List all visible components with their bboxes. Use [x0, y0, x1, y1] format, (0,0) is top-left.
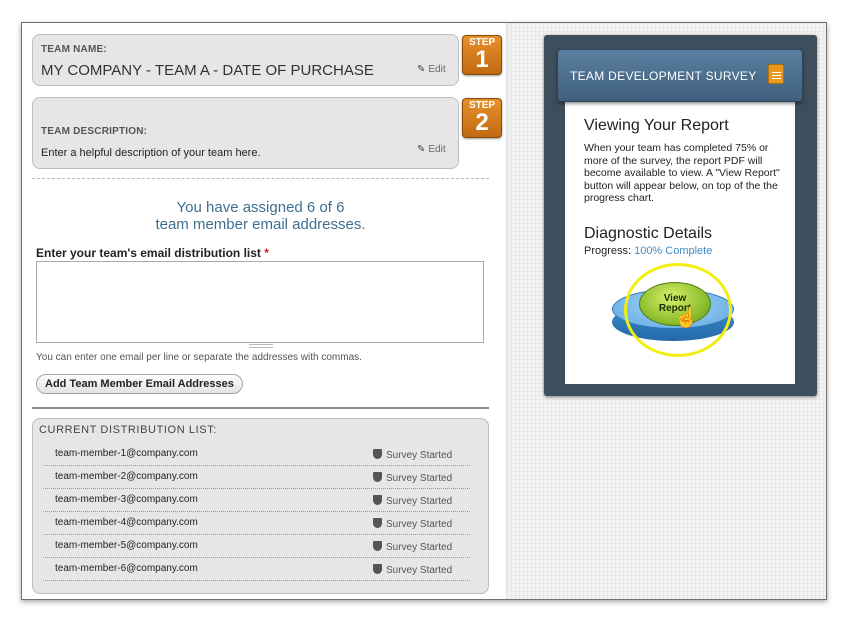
- progress-label: Progress:: [584, 245, 632, 257]
- member-email: team-member-2@company.com: [55, 471, 198, 482]
- member-status: Survey Started: [373, 472, 452, 484]
- member-email: team-member-1@company.com: [55, 448, 198, 459]
- step-number: 1: [475, 46, 489, 73]
- list-item: team-member-5@company.com Survey Started: [43, 535, 470, 558]
- edit-label: Edit: [428, 64, 446, 75]
- list-item: team-member-1@company.com Survey Started: [43, 443, 470, 466]
- member-status: Survey Started: [373, 541, 452, 553]
- step-number: 2: [475, 109, 489, 136]
- shield-icon: [373, 541, 382, 551]
- step-1-badge: STEP 1: [462, 35, 502, 75]
- email-distribution-textarea[interactable]: [36, 261, 484, 343]
- distribution-helper-text: You can enter one email per line or sepa…: [36, 352, 362, 363]
- current-list-rows: team-member-1@company.com Survey Started…: [43, 443, 470, 581]
- shield-icon: [373, 518, 382, 528]
- list-item: team-member-3@company.com Survey Started: [43, 489, 470, 512]
- progress-value: 100% Complete: [634, 245, 713, 257]
- hand-cursor-icon: ☝: [674, 307, 699, 329]
- member-email: team-member-3@company.com: [55, 494, 198, 505]
- required-mark: *: [264, 246, 269, 260]
- panel-header-title: TEAM DEVELOPMENT SURVEY: [570, 69, 757, 83]
- team-name-label: TEAM NAME:: [41, 44, 107, 55]
- assigned-message: You have assigned 6 of 6 team member ema…: [32, 199, 489, 233]
- divider: [32, 407, 489, 409]
- shield-icon: [373, 449, 382, 459]
- assigned-line-1: You have assigned 6 of 6: [176, 199, 345, 216]
- pencil-icon: ✎: [417, 144, 426, 155]
- status-text: Survey Started: [386, 450, 453, 461]
- team-name-edit-link[interactable]: ✎ Edit: [417, 64, 446, 75]
- member-status: Survey Started: [373, 495, 452, 507]
- member-status: Survey Started: [373, 518, 452, 530]
- viewing-report-body: When your team has completed 75% or more…: [584, 142, 780, 204]
- edit-label: Edit: [428, 144, 446, 155]
- panel-header: TEAM DEVELOPMENT SURVEY: [557, 49, 803, 102]
- team-name-value: MY COMPANY - TEAM A - DATE OF PURCHASE: [41, 62, 374, 79]
- shield-icon: [373, 495, 382, 505]
- team-description-value: Enter a helpful description of your team…: [41, 147, 261, 159]
- add-email-addresses-button[interactable]: Add Team Member Email Addresses: [36, 374, 243, 394]
- list-item: team-member-4@company.com Survey Started: [43, 512, 470, 535]
- diagnostic-details-title: Diagnostic Details: [584, 225, 713, 242]
- viewing-report-title: Viewing Your Report: [584, 117, 729, 134]
- current-distribution-list: CURRENT DISTRIBUTION LIST: team-member-1…: [32, 418, 489, 594]
- shield-icon: [373, 472, 382, 482]
- resize-grip[interactable]: [249, 344, 273, 348]
- member-status: Survey Started: [373, 449, 452, 461]
- member-email: team-member-4@company.com: [55, 517, 198, 528]
- distribution-list-label-text: Enter your team's email distribution lis…: [36, 246, 261, 260]
- member-status: Survey Started: [373, 564, 452, 576]
- member-email: team-member-5@company.com: [55, 540, 198, 551]
- divider: [32, 178, 489, 179]
- current-list-title: CURRENT DISTRIBUTION LIST:: [39, 424, 217, 436]
- status-text: Survey Started: [386, 519, 453, 530]
- team-description-box: TEAM DESCRIPTION: Enter a helpful descri…: [32, 97, 459, 169]
- shield-icon: [373, 564, 382, 574]
- pencil-icon: ✎: [417, 64, 426, 75]
- team-description-label: TEAM DESCRIPTION:: [41, 126, 148, 137]
- status-text: Survey Started: [386, 565, 453, 576]
- status-text: Survey Started: [386, 542, 453, 553]
- status-text: Survey Started: [386, 496, 453, 507]
- progress-line: Progress: 100% Complete: [584, 245, 712, 257]
- member-email: team-member-6@company.com: [55, 563, 198, 574]
- progress-chart: View Report ☝: [608, 263, 748, 378]
- list-item: team-member-6@company.com Survey Started: [43, 558, 470, 581]
- distribution-list-label: Enter your team's email distribution lis…: [36, 246, 269, 260]
- assigned-line-2: team member email addresses.: [155, 216, 366, 233]
- list-item: team-member-2@company.com Survey Started: [43, 466, 470, 489]
- step-2-badge: STEP 2: [462, 98, 502, 138]
- team-description-edit-link[interactable]: ✎ Edit: [417, 144, 446, 155]
- app-frame: TEAM NAME: MY COMPANY - TEAM A - DATE OF…: [21, 22, 827, 600]
- team-name-box: TEAM NAME: MY COMPANY - TEAM A - DATE OF…: [32, 34, 459, 86]
- status-text: Survey Started: [386, 473, 453, 484]
- left-column: TEAM NAME: MY COMPANY - TEAM A - DATE OF…: [22, 23, 506, 599]
- document-icon: [768, 64, 784, 84]
